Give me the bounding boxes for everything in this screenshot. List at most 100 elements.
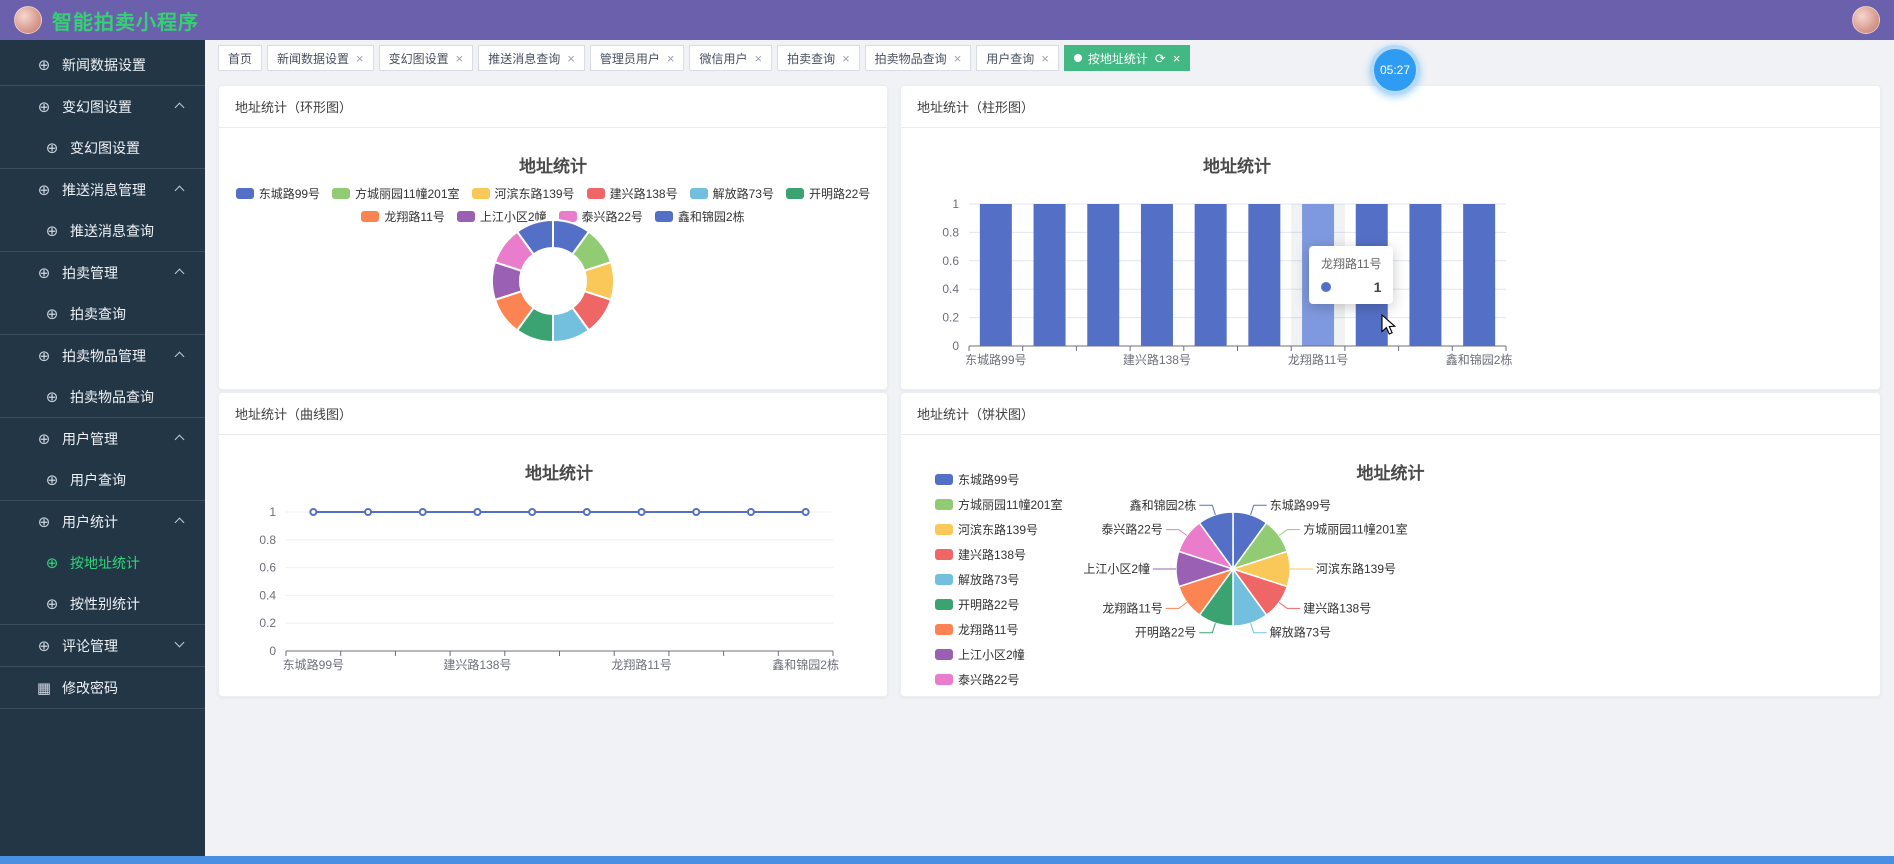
close-icon[interactable]: ×: [954, 52, 962, 65]
pie-label: 泰兴路22号: [1101, 522, 1162, 537]
axis-label: 0.6: [942, 254, 959, 268]
panel-pie-body: 地址统计 东城路99号 方城丽园11幢201室 河滨东路139号 建兴路138号 解放路…: [901, 435, 1880, 697]
tags-bar: 首页 新闻数据设置 × 变幻图设置 × 推送消息查询 × 管理员用户 × 微信用户 × 拍卖查询 × 拍卖…: [205, 40, 1894, 71]
tab[interactable]: 管理员用户 ×: [589, 45, 685, 71]
sidebar-group[interactable]: ⊕ 用户管理: [0, 418, 205, 459]
globe-icon: ⊕: [37, 98, 51, 116]
tab[interactable]: 变幻图设置 ×: [378, 45, 474, 71]
globe-icon: ⊕: [45, 305, 59, 323]
axis-label: 0.2: [942, 311, 959, 325]
sidebar-item[interactable]: ⊕ 拍卖查询: [0, 293, 205, 334]
pie-label: 建兴路138号: [1303, 600, 1371, 615]
user-avatar[interactable]: [1852, 6, 1880, 34]
close-icon[interactable]: ×: [754, 52, 762, 65]
axis-label: 鑫和锦园2栋: [1446, 352, 1513, 367]
axis-label: 0: [952, 339, 959, 353]
legend-item[interactable]: 鑫和锦园2栋: [935, 696, 1062, 697]
sidebar-item[interactable]: ⊕ 按性别统计: [0, 583, 205, 624]
panel-donut-title: 地址统计（环形图）: [219, 86, 887, 128]
bar[interactable]: [1033, 204, 1066, 346]
sidebar-item-label: 变幻图设置: [62, 98, 132, 115]
globe-icon: ⊕: [45, 139, 59, 157]
horizontal-scrollbar[interactable]: [0, 856, 1894, 864]
sidebar-item-label: 用户管理: [62, 430, 118, 447]
tab[interactable]: 首页: [218, 45, 263, 71]
globe-icon: ⊕: [45, 471, 59, 489]
axis-label: 东城路99号: [965, 352, 1026, 367]
tab[interactable]: 推送消息查询 ×: [478, 45, 585, 71]
sidebar-section: ⊕ 用户管理 ⊕ 用户查询: [0, 418, 205, 501]
axis-label: 0.8: [259, 533, 276, 547]
pie-label: 方城丽园11幢201室: [1303, 522, 1407, 537]
data-point[interactable]: [309, 508, 318, 516]
close-icon[interactable]: ×: [567, 52, 575, 65]
sidebar-group[interactable]: ⊕ 评论管理: [0, 625, 205, 666]
sidebar-group[interactable]: ⊕ 拍卖物品管理: [0, 335, 205, 376]
line-chart: 0 0.2 0.4 0.6 0.8 1 东城路99号 建兴路138号 龙翔路11号 鑫和锦园2栋: [259, 505, 839, 672]
data-point[interactable]: [364, 508, 373, 516]
bar[interactable]: [1409, 204, 1442, 346]
pie-label: 东城路99号: [1270, 497, 1331, 512]
close-icon[interactable]: ×: [1041, 52, 1049, 65]
sidebar-section: ▦ 修改密码: [0, 667, 205, 709]
data-point[interactable]: [528, 508, 537, 516]
bar[interactable]: [1248, 204, 1281, 346]
tab-label: 推送消息查询: [488, 51, 561, 66]
tab[interactable]: 用户查询 ×: [976, 45, 1059, 71]
sidebar-menu: ⊕ 新闻数据设置 ⊕ 变幻图设置 ⊕ 变幻图设置 ⊕ 推送消息管理 ⊕ 推送消息查询 ⊕ 拍卖管理 ⊕ 拍…: [0, 44, 205, 709]
tab[interactable]: 微信用户 ×: [689, 45, 773, 71]
sidebar-item[interactable]: ▦ 修改密码: [0, 667, 205, 708]
data-point[interactable]: [418, 508, 427, 516]
refresh-icon[interactable]: ⟳: [1155, 52, 1166, 65]
countdown-timer[interactable]: 05:27: [1370, 45, 1420, 95]
sidebar-section: ⊕ 用户统计 ⊕ 按地址统计 ⊕ 按性别统计: [0, 501, 205, 625]
tab-label: 拍卖查询: [787, 51, 836, 66]
sidebar-item[interactable]: ⊕ 变幻图设置: [0, 127, 205, 168]
app-header: 智能拍卖小程序: [0, 0, 1894, 40]
sidebar-item-label: 按地址统计: [70, 554, 140, 571]
close-icon[interactable]: ×: [456, 52, 464, 65]
sidebar-group[interactable]: ⊕ 变幻图设置: [0, 86, 205, 127]
sidebar-item[interactable]: ⊕ 用户查询: [0, 459, 205, 500]
data-point[interactable]: [637, 508, 646, 516]
label-line: [1165, 529, 1188, 536]
bar[interactable]: [1087, 204, 1120, 346]
globe-icon: ⊕: [45, 595, 59, 613]
close-icon[interactable]: ×: [842, 52, 850, 65]
axis-label: 龙翔路11号: [611, 657, 671, 672]
sidebar-item-label: 拍卖物品管理: [62, 347, 146, 364]
tab[interactable]: 新闻数据设置 ×: [267, 45, 374, 71]
tab-label: 新闻数据设置: [277, 51, 350, 66]
bar[interactable]: [1194, 204, 1227, 346]
sidebar-item[interactable]: ⊕ 按地址统计: [0, 542, 205, 583]
tab[interactable]: 拍卖查询 ×: [777, 45, 860, 71]
tab-active[interactable]: 按地址统计 ⟳ ×: [1063, 45, 1191, 71]
bar[interactable]: [1140, 204, 1173, 346]
label-line: [1199, 504, 1216, 515]
chart-tooltip: 龙翔路11号 1: [1309, 246, 1394, 304]
data-point[interactable]: [746, 508, 755, 516]
bar[interactable]: [979, 204, 1012, 346]
data-point[interactable]: [692, 508, 701, 516]
close-icon[interactable]: ×: [667, 52, 675, 65]
close-icon[interactable]: ×: [1173, 52, 1181, 65]
data-point[interactable]: [582, 508, 591, 516]
data-point[interactable]: [801, 508, 810, 516]
sidebar-item[interactable]: ⊕ 推送消息查询: [0, 210, 205, 251]
close-icon[interactable]: ×: [356, 52, 364, 65]
data-point[interactable]: [473, 508, 482, 516]
axis-label: 1: [952, 197, 959, 211]
chevron-down-icon: [174, 637, 185, 648]
chevron-up-icon: [174, 268, 185, 279]
globe-icon: ⊕: [37, 264, 51, 282]
sidebar-group[interactable]: ⊕ 拍卖管理: [0, 252, 205, 293]
sidebar-item[interactable]: ⊕ 拍卖物品查询: [0, 376, 205, 417]
sidebar-item-label: 用户统计: [62, 513, 118, 530]
sidebar-item-label: 拍卖管理: [62, 264, 118, 281]
chevron-up-icon: [174, 351, 185, 362]
sidebar-item[interactable]: ⊕ 新闻数据设置: [0, 44, 205, 85]
tab[interactable]: 拍卖物品查询 ×: [864, 45, 972, 71]
sidebar-group[interactable]: ⊕ 用户统计: [0, 501, 205, 542]
bar[interactable]: [1463, 204, 1496, 346]
sidebar-group[interactable]: ⊕ 推送消息管理: [0, 169, 205, 210]
